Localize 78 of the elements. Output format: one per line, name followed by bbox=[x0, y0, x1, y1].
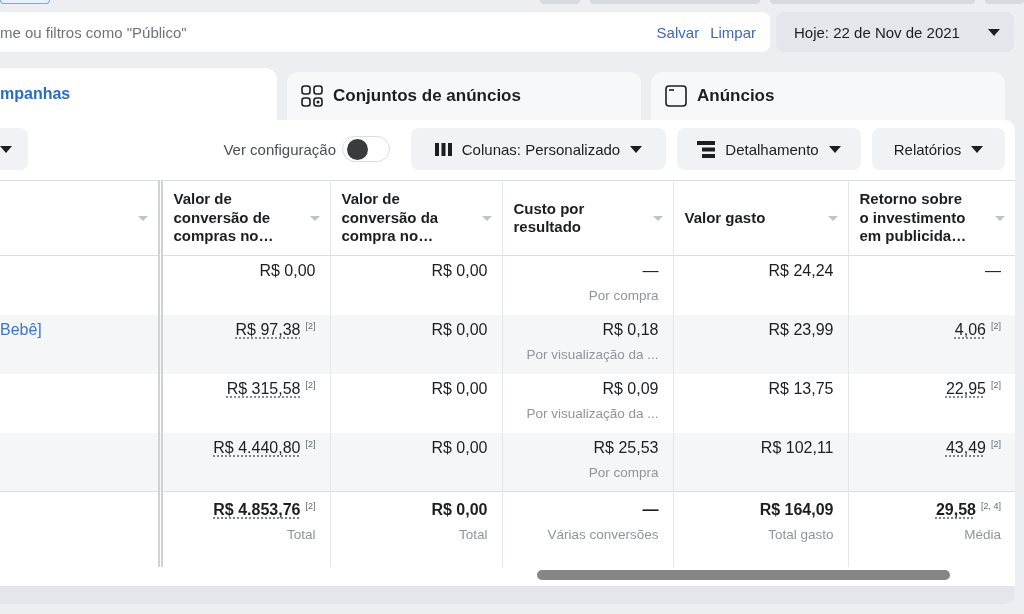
tab[interactable]: Anúncios bbox=[651, 72, 1005, 120]
amount-text: 43,49 bbox=[945, 438, 986, 457]
caret-down-icon bbox=[971, 145, 984, 153]
sort-caret-icon bbox=[652, 215, 663, 221]
total-caption: Total bbox=[457, 526, 488, 544]
column-header[interactable]: Retorno sobre o investimento em publicida… bbox=[848, 180, 1015, 256]
columns-button[interactable]: Colunas: Personalizado bbox=[411, 128, 666, 170]
amount-text: R$ 0,00 bbox=[431, 320, 488, 339]
tab[interactable]: Conjuntos de anúncios bbox=[287, 72, 641, 120]
total-amount: R$ 4.853,76 bbox=[213, 501, 301, 519]
reports-button[interactable]: Relatórios bbox=[872, 128, 1005, 170]
search-field[interactable]: me ou filtros como "Público" Salvar Limpar bbox=[0, 12, 770, 52]
column-header[interactable]: Valor de conversão da compra no… bbox=[330, 180, 502, 256]
columns-icon bbox=[434, 142, 452, 156]
button-edge[interactable] bbox=[0, 0, 50, 4]
total-amount: 29,58 bbox=[935, 501, 976, 519]
footnote-mark: [2] bbox=[991, 379, 1001, 390]
toggle-switch[interactable] bbox=[342, 136, 390, 162]
amount-text: R$ 13,75 bbox=[768, 379, 834, 398]
amount-text: R$ 0,18 bbox=[602, 320, 659, 339]
footnote-mark: [2] bbox=[305, 438, 316, 449]
amount-text: — bbox=[985, 262, 1001, 280]
window-icon bbox=[665, 85, 687, 107]
scrollbar[interactable] bbox=[537, 569, 950, 580]
footnote-mark: [2] bbox=[305, 379, 316, 390]
column-header[interactable]: Valor gasto bbox=[673, 180, 848, 256]
amount-text: — bbox=[642, 262, 659, 280]
amount-text: R$ 0,00 bbox=[431, 262, 488, 280]
sort-caret-icon bbox=[827, 215, 838, 221]
grid-icon bbox=[301, 85, 323, 107]
amount-text: R$ 25,53 bbox=[593, 438, 659, 457]
footnote-mark: [2, 4] bbox=[981, 501, 1001, 511]
toggle-label: Ver configuração bbox=[223, 140, 336, 158]
breakdown-button[interactable]: Detalhamento bbox=[677, 128, 861, 170]
caret-down-icon bbox=[0, 145, 12, 153]
caption-text: Por visualização da ... bbox=[525, 345, 659, 364]
caret-down-icon bbox=[828, 145, 841, 153]
total-caption: Total gasto bbox=[767, 526, 834, 544]
amount-text: R$ 315,58 bbox=[226, 379, 301, 398]
tab[interactable]: mpanhas bbox=[0, 68, 277, 120]
amount-text: R$ 0,00 bbox=[431, 438, 488, 457]
amount-text: R$ 0,00 bbox=[259, 262, 316, 280]
caption-text: Por compra bbox=[587, 463, 659, 482]
caption-text: Por compra bbox=[587, 287, 659, 305]
caret-down-icon bbox=[630, 145, 643, 153]
amount-text: R$ 0,09 bbox=[602, 379, 659, 398]
amount-text: 4,06 bbox=[954, 320, 986, 339]
column-header[interactable]: Custo por resultado bbox=[502, 180, 673, 256]
amount-text: R$ 23,99 bbox=[768, 320, 834, 339]
date-range-button[interactable]: Hoje: 22 de Nov de 2021 bbox=[776, 12, 1014, 52]
footnote-mark: [2] bbox=[305, 501, 316, 511]
total-caption: Total bbox=[285, 526, 316, 544]
sort-caret-icon bbox=[995, 215, 1005, 221]
dropdown-button[interactable] bbox=[0, 128, 28, 170]
amount-text: R$ 102,11 bbox=[760, 438, 834, 457]
clear-link[interactable]: Limpar bbox=[710, 23, 756, 41]
total-amount: R$ 0,00 bbox=[431, 501, 488, 519]
total-amount: — bbox=[642, 501, 659, 519]
amount-text: 22,95 bbox=[945, 379, 986, 398]
sort-caret-icon bbox=[137, 215, 148, 221]
breakdown-icon bbox=[697, 140, 716, 158]
name-link[interactable]: Bebê] bbox=[0, 320, 42, 338]
total-caption: Média bbox=[963, 526, 1001, 544]
total-caption: Várias conversões bbox=[546, 526, 659, 544]
save-link[interactable]: Salvar bbox=[656, 23, 700, 41]
amount-text: R$ 24,24 bbox=[768, 262, 834, 280]
column-header[interactable]: Valor de conversão de compras no… bbox=[160, 180, 330, 256]
amount-text: R$ 97,38 bbox=[235, 320, 301, 339]
caption-text: Por visualização da ... bbox=[525, 404, 659, 423]
footnote-mark: [2] bbox=[991, 320, 1001, 331]
amount-text: R$ 0,00 bbox=[431, 379, 488, 398]
sort-caret-icon bbox=[309, 215, 320, 221]
caret-down-icon bbox=[988, 28, 1000, 36]
footnote-mark: [2] bbox=[305, 320, 316, 331]
amount-text: R$ 4.440,80 bbox=[213, 438, 301, 457]
total-amount: R$ 164,09 bbox=[759, 501, 834, 519]
sort-caret-icon bbox=[481, 215, 492, 221]
footnote-mark: [2] bbox=[991, 438, 1001, 449]
